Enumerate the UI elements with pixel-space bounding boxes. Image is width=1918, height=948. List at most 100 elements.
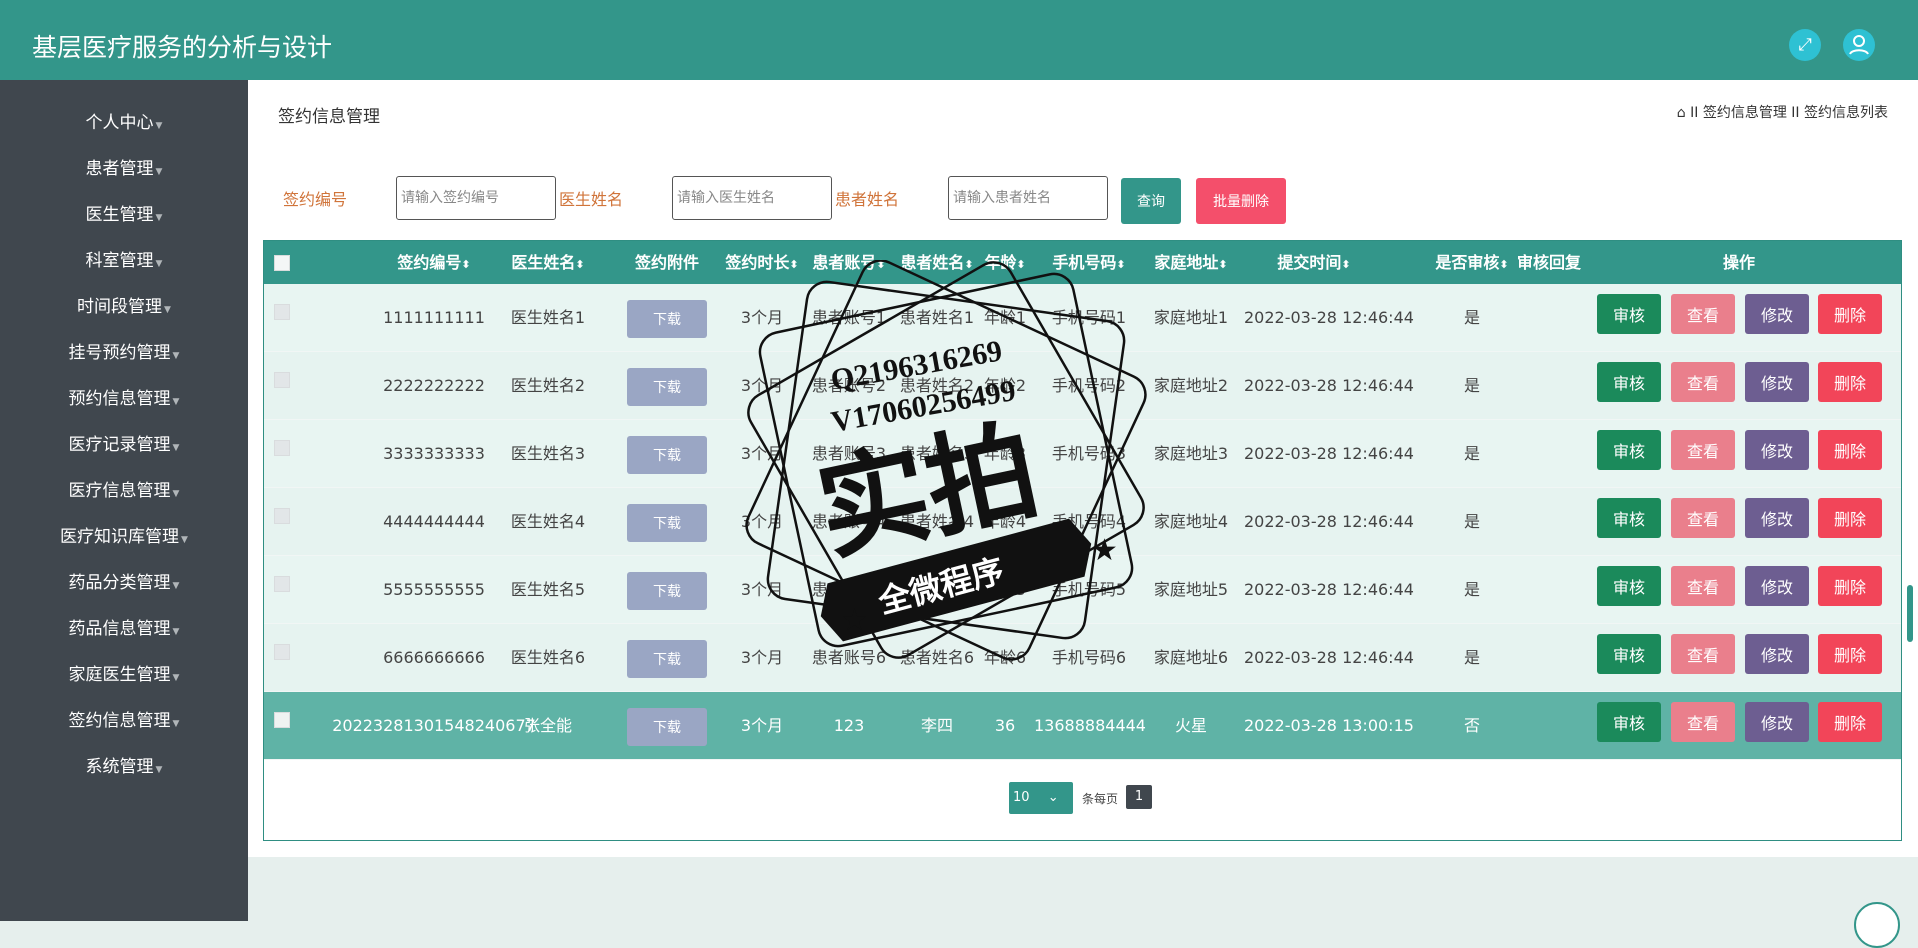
audit-button[interactable]: 审核 — [1597, 634, 1661, 674]
fullscreen-icon[interactable]: ⤢ — [1789, 29, 1821, 61]
audit-button[interactable]: 审核 — [1597, 702, 1661, 742]
row-checkbox[interactable] — [274, 644, 290, 660]
sort-icon: ⬍ — [461, 258, 471, 271]
sidebar-item-departments[interactable]: 科室管理 ▼ — [0, 238, 248, 284]
view-button[interactable]: 查看 — [1671, 362, 1735, 402]
column-header[interactable]: 手机号码⬍ — [1034, 241, 1144, 284]
table-row[interactable]: 4444444444 医生姓名4 3个月 患者账号4 患者姓名4 年龄4 手机号码4 家庭地址… — [264, 488, 1901, 556]
cell-phone: 手机号码6 — [1051, 648, 1127, 667]
download-button[interactable]: 下载 — [627, 300, 707, 338]
edit-button[interactable]: 修改 — [1745, 430, 1809, 470]
column-header[interactable]: 提交时间⬍ — [1244, 241, 1384, 284]
cell-phone: 手机号码5 — [1051, 580, 1127, 599]
delete-button[interactable]: 删除 — [1818, 498, 1882, 538]
sort-icon: ⬍ — [964, 258, 974, 271]
caret-down-icon: ▼ — [172, 397, 180, 407]
edit-button[interactable]: 修改 — [1745, 294, 1809, 334]
sidebar-item-medical-records[interactable]: 医疗记录管理 ▼ — [0, 422, 248, 468]
sign-no-input[interactable] — [396, 176, 556, 220]
download-button[interactable]: 下载 — [627, 504, 707, 542]
audit-button[interactable]: 审核 — [1597, 566, 1661, 606]
caret-down-icon: ▼ — [172, 581, 180, 591]
table-row[interactable]: 20223281301548240677 张全能 3个月 123 李四 36 1368888… — [264, 692, 1901, 760]
back-to-top-button[interactable] — [1854, 902, 1900, 948]
scrollbar[interactable] — [1907, 585, 1913, 642]
view-button[interactable]: 查看 — [1671, 702, 1735, 742]
cell-duration: 3个月 — [740, 512, 784, 531]
sidebar-item-medical-info[interactable]: 医疗信息管理 ▼ — [0, 468, 248, 514]
breadcrumb-section[interactable]: 签约信息管理 — [1703, 105, 1787, 121]
table-row[interactable]: 3333333333 医生姓名3 3个月 患者账号3 患者姓名3 年龄3 手机号码3 家庭地址… — [264, 420, 1901, 488]
row-checkbox[interactable] — [274, 712, 290, 728]
sidebar-item-personal-center[interactable]: 个人中心 ▼ — [0, 100, 248, 146]
sidebar-item-family-doctors[interactable]: 家庭医生管理 ▼ — [0, 652, 248, 698]
doctor-name-input[interactable] — [672, 176, 832, 220]
sidebar-item-drug-categories[interactable]: 药品分类管理 ▼ — [0, 560, 248, 606]
sidebar-item-knowledge-base[interactable]: 医疗知识库管理 ▼ — [0, 514, 248, 560]
row-checkbox[interactable] — [274, 508, 290, 524]
caret-down-icon: ▼ — [155, 213, 163, 223]
table-row[interactable]: 6666666666 医生姓名6 3个月 患者账号6 患者姓名6 年龄6 手机号码6 家庭地址… — [264, 624, 1901, 692]
breadcrumb: ⌂ II 签约信息管理 II 签约信息列表 — [1677, 102, 1888, 122]
batch-delete-button[interactable]: 批量删除 — [1196, 178, 1286, 224]
view-button[interactable]: 查看 — [1671, 566, 1735, 606]
cell-doctor: 医生姓名1 — [510, 308, 586, 327]
download-button[interactable]: 下载 — [627, 368, 707, 406]
download-button[interactable]: 下载 — [627, 640, 707, 678]
query-button[interactable]: 查询 — [1121, 178, 1181, 224]
column-header[interactable]: 患者姓名⬍ — [894, 241, 980, 284]
audit-button[interactable]: 审核 — [1597, 498, 1661, 538]
column-header[interactable]: 年龄⬍ — [980, 241, 1030, 284]
row-checkbox[interactable] — [274, 440, 290, 456]
column-header[interactable]: 家庭地址⬍ — [1146, 241, 1236, 284]
select-all-checkbox[interactable] — [274, 255, 290, 271]
row-checkbox[interactable] — [274, 372, 290, 388]
audit-button[interactable]: 审核 — [1597, 362, 1661, 402]
delete-button[interactable]: 删除 — [1818, 362, 1882, 402]
delete-button[interactable]: 删除 — [1818, 294, 1882, 334]
sidebar-item-registration[interactable]: 挂号预约管理 ▼ — [0, 330, 248, 376]
delete-button[interactable]: 删除 — [1818, 702, 1882, 742]
column-header[interactable]: 是否审核⬍ — [1432, 241, 1512, 284]
table-row[interactable]: 2222222222 医生姓名2 3个月 患者账号2 患者姓名2 年龄2 手机号码2 家庭地址… — [264, 352, 1901, 420]
user-icon[interactable] — [1843, 29, 1875, 61]
edit-button[interactable]: 修改 — [1745, 362, 1809, 402]
table-row[interactable]: 1111111111 医生姓名1 3个月 患者账号1 患者姓名1 年龄1 手机号码1 家庭地址… — [264, 284, 1901, 352]
caret-down-icon: ▼ — [172, 489, 180, 499]
caret-down-icon: ▼ — [155, 121, 163, 131]
delete-button[interactable]: 删除 — [1818, 430, 1882, 470]
download-button[interactable]: 下载 — [627, 436, 707, 474]
current-page-button[interactable]: 1 — [1126, 785, 1152, 809]
sidebar-item-patients[interactable]: 患者管理 ▼ — [0, 146, 248, 192]
patient-name-input[interactable] — [948, 176, 1108, 220]
edit-button[interactable]: 修改 — [1745, 498, 1809, 538]
view-button[interactable]: 查看 — [1671, 294, 1735, 334]
column-header[interactable]: 患者账号⬍ — [804, 241, 894, 284]
view-button[interactable]: 查看 — [1671, 498, 1735, 538]
edit-button[interactable]: 修改 — [1745, 634, 1809, 674]
sidebar-item-system[interactable]: 系统管理 ▼ — [0, 744, 248, 790]
delete-button[interactable]: 删除 — [1818, 634, 1882, 674]
sidebar-item-contracts[interactable]: 签约信息管理 ▼ — [0, 698, 248, 744]
sidebar-item-drug-info[interactable]: 药品信息管理 ▼ — [0, 606, 248, 652]
edit-button[interactable]: 修改 — [1745, 566, 1809, 606]
delete-button[interactable]: 删除 — [1818, 566, 1882, 606]
row-checkbox[interactable] — [274, 576, 290, 592]
column-header[interactable]: 医生姓名⬍ — [499, 241, 597, 284]
download-button[interactable]: 下载 — [627, 572, 707, 610]
home-icon[interactable]: ⌂ — [1677, 105, 1686, 121]
audit-button[interactable]: 审核 — [1597, 294, 1661, 334]
page-size-select[interactable]: 10 ⌄ — [1009, 782, 1073, 814]
column-header[interactable]: 签约时长⬍ — [722, 241, 802, 284]
sidebar-item-appointments[interactable]: 预约信息管理 ▼ — [0, 376, 248, 422]
view-button[interactable]: 查看 — [1671, 634, 1735, 674]
audit-button[interactable]: 审核 — [1597, 430, 1661, 470]
cell-audited: 是 — [1463, 376, 1480, 395]
sidebar-item-time-slots[interactable]: 时间段管理 ▼ — [0, 284, 248, 330]
download-button[interactable]: 下载 — [627, 708, 707, 746]
row-checkbox[interactable] — [274, 304, 290, 320]
view-button[interactable]: 查看 — [1671, 430, 1735, 470]
edit-button[interactable]: 修改 — [1745, 702, 1809, 742]
table-row[interactable]: 5555555555 医生姓名5 3个月 患者账号5 患者姓名5 年龄5 手机号码5 家庭地址… — [264, 556, 1901, 624]
sidebar-item-doctors[interactable]: 医生管理 ▼ — [0, 192, 248, 238]
